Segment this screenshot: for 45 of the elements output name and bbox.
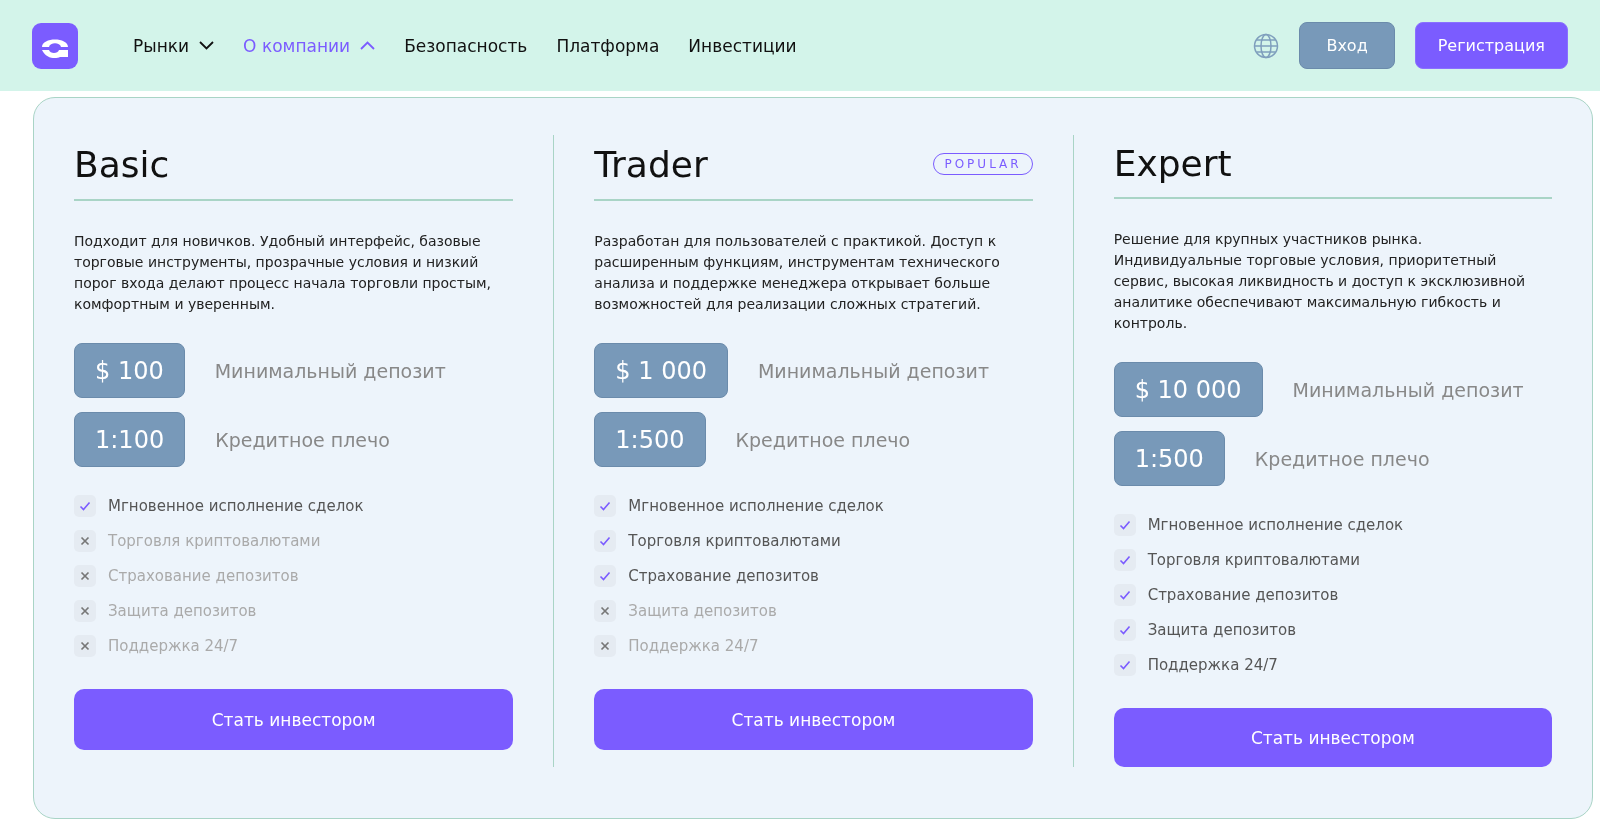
- stat-label: Минимальный депозит: [214, 359, 446, 382]
- feature-label: Защита депозитов: [108, 602, 257, 620]
- stat-label: Кредитное плечо: [735, 428, 911, 451]
- feature-label: Поддержка 24/7: [1147, 656, 1278, 674]
- feature-label: Торговля криптовалютами: [1147, 551, 1361, 569]
- plan-title: Trader: [594, 143, 708, 185]
- stat-label: Кредитное плечо: [215, 428, 390, 451]
- feature-label: Страхование депозитов: [108, 567, 299, 585]
- nav-link[interactable]: Рынки: [133, 35, 215, 56]
- stat-value: 1:500: [1113, 431, 1225, 486]
- nav-link[interactable]: Платформа: [556, 35, 660, 56]
- login-button[interactable]: Вход: [1299, 22, 1395, 69]
- feature-label: Мгновенное исполнение сделок: [628, 497, 884, 515]
- plan-title: Basic: [74, 143, 170, 185]
- nav-link[interactable]: О компании: [243, 35, 376, 56]
- feature-label: Защита депозитов: [1147, 621, 1297, 639]
- plan-description: Разработан для пользователей с практикой. Доступ к расширенным функциям, инструментам технического анализа и поддержке менеджера открывает больше возможностей для реализации сложных стратегий.: [594, 232, 1001, 314]
- stat-value: $ 100: [74, 343, 185, 398]
- feature-label: Торговля криптовалютами: [108, 532, 321, 550]
- feature-label: Страхование депозитов: [1147, 586, 1339, 604]
- stat-value: $ 10 000: [1113, 362, 1263, 417]
- stat-label: Минимальный депозит: [757, 359, 989, 382]
- feature-label: Поддержка 24/7: [108, 637, 239, 655]
- nav-link[interactable]: Инвестиции: [688, 35, 797, 56]
- stat-value: $ 1 000: [594, 343, 728, 398]
- nav-link[interactable]: Безопасность: [404, 35, 528, 56]
- invest-button[interactable]: Стать инвестором: [594, 689, 1033, 750]
- invest-button[interactable]: Стать инвестором: [1113, 708, 1552, 767]
- stat-value: 1:100: [74, 412, 186, 467]
- feature-label: Мгновенное исполнение сделок: [108, 497, 364, 515]
- stat-label: Минимальный депозит: [1292, 378, 1524, 401]
- register-button[interactable]: Регистрация: [1414, 22, 1568, 69]
- feature-label: Защита депозитов: [628, 602, 777, 620]
- stat-label: Кредитное плечо: [1254, 447, 1430, 470]
- plan-title: Expert: [1113, 142, 1232, 184]
- feature-label: Поддержка 24/7: [628, 637, 759, 655]
- plan-description: Подходит для новичков. Удобный интерфейс, базовые торговые инструменты, прозрачные условия и низкий порог входа делают процесс начала торговли простым, комфортным и уверенным.: [74, 232, 492, 314]
- invest-button[interactable]: Стать инвестором: [74, 689, 514, 750]
- stat-value: 1:500: [594, 412, 706, 467]
- feature-label: Страхование депозитов: [628, 567, 819, 585]
- feature-label: Торговля криптовалютами: [628, 532, 841, 550]
- globe-icon[interactable]: [1253, 32, 1280, 59]
- plan-description: Решение для крупных участников рынка. Индивидуальные торговые условия, приоритетный сервис, высокая ликвидность и доступ к эксклюзивной аналитике обеспечивают максимальную гибкость и контроль.: [1113, 230, 1527, 333]
- feature-label: Мгновенное исполнение сделок: [1147, 516, 1404, 534]
- logo-icon[interactable]: [32, 22, 78, 69]
